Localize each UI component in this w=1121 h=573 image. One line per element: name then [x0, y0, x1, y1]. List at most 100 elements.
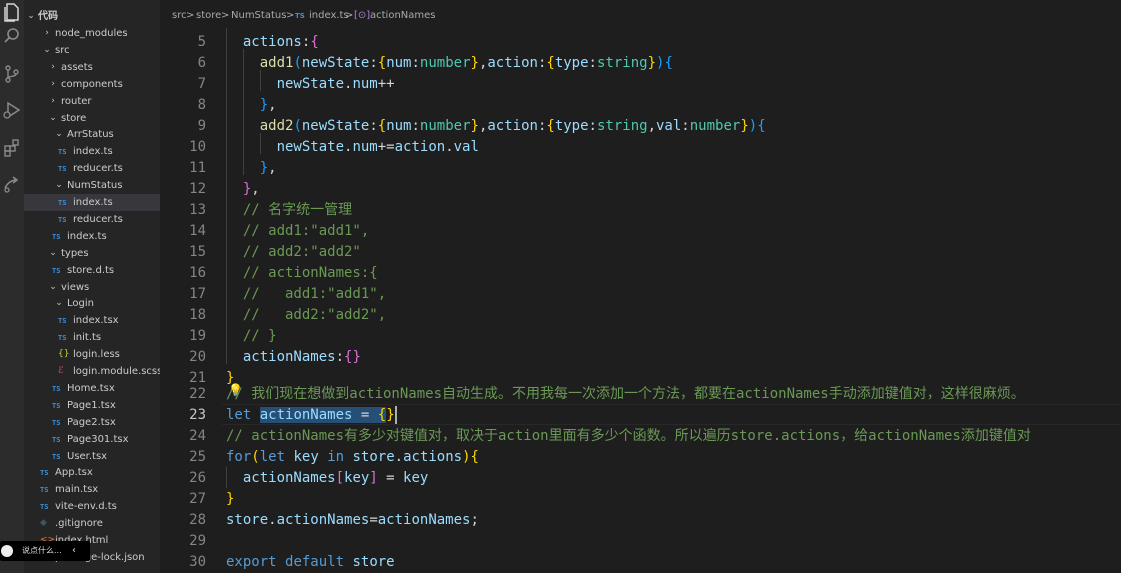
- comment-placeholder: 说点什么...: [22, 546, 62, 555]
- line-number: 28: [189, 512, 206, 528]
- line-number: 23: [189, 407, 206, 423]
- extensions-icon[interactable]: [2, 138, 22, 158]
- tree-item-label: views: [61, 281, 90, 293]
- ts-file-icon: TS: [58, 334, 67, 343]
- file-item[interactable]: TS reducer.ts: [24, 160, 160, 177]
- file-item[interactable]: TS init.ts: [24, 329, 160, 346]
- chevron-right-icon: ›: [51, 61, 55, 72]
- breadcrumb-item-store[interactable]: store: [196, 6, 221, 26]
- ts-file-icon: TS: [295, 12, 305, 20]
- tree-item-label: Page2.tsx: [67, 416, 116, 428]
- ts-file-icon: TS: [52, 384, 61, 393]
- file-item[interactable]: TS index.ts: [24, 143, 160, 160]
- file-item[interactable]: TS Page2.tsx: [24, 414, 160, 431]
- file-item[interactable]: TS index.ts: [24, 194, 160, 211]
- ts-file-icon: TS: [58, 215, 67, 224]
- explorer-root[interactable]: ⌄ 代码: [24, 8, 160, 25]
- folder-item[interactable]: ⌄ src: [24, 42, 160, 59]
- code-line-16: // actionNames:{: [242, 265, 378, 281]
- explorer-root-label: 代码: [38, 11, 58, 22]
- file-item[interactable]: TS Home.tsx: [24, 380, 160, 397]
- lightbulb-icon[interactable]: 💡: [228, 383, 243, 397]
- run-debug-icon[interactable]: [2, 100, 22, 120]
- folder-item[interactable]: › components: [24, 76, 160, 93]
- file-item[interactable]: TS reducer.ts: [24, 211, 160, 228]
- search-icon[interactable]: [2, 26, 22, 46]
- tree-item-label: login.module.scss: [73, 366, 160, 377]
- ts-file-icon: TS: [52, 452, 61, 461]
- file-item[interactable]: TS index.ts: [24, 228, 160, 245]
- code-line-9: add2(newState:{num:number},action:{type:…: [259, 118, 766, 134]
- tree-item-label: store.d.ts: [67, 264, 115, 276]
- code-line-6: add1(newState:{num:number},action:{type:…: [259, 55, 673, 71]
- ts-file-icon: TS: [40, 469, 49, 478]
- folder-item[interactable]: ⌄ views: [24, 279, 160, 296]
- folder-item[interactable]: ⌄ Login: [24, 295, 160, 312]
- source-control-icon[interactable]: [2, 64, 22, 84]
- file-item[interactable]: TS vite-env.d.ts: [24, 498, 160, 515]
- tree-item-label: index.tsx: [73, 315, 119, 327]
- file-item[interactable]: TS store.d.ts: [24, 262, 160, 279]
- folder-item[interactable]: › router: [24, 93, 160, 110]
- folder-item[interactable]: › assets: [24, 59, 160, 76]
- tree-item-label: Page301.tsx: [67, 433, 129, 445]
- tree-item-label: types: [61, 247, 89, 259]
- explorer-icon[interactable]: [2, 2, 22, 22]
- file-item[interactable]: ◆ .gitignore: [24, 515, 160, 532]
- folder-item[interactable]: ⌄ store: [24, 110, 160, 127]
- code-line-28: store.actionNames=actionNames;: [226, 512, 479, 528]
- file-item[interactable]: TS Page301.tsx: [24, 431, 160, 448]
- file-item[interactable]: TS App.tsx: [24, 464, 160, 481]
- activity-bar: [0, 0, 24, 573]
- line-number: 18: [189, 307, 206, 323]
- folder-item[interactable]: ⌄ types: [24, 245, 160, 262]
- folder-item[interactable]: ⌄ NumStatus: [24, 177, 160, 194]
- code-line-24: // actionNames有多少对键值对，取决于action里面有多少个函数。…: [226, 428, 1031, 444]
- line-number: 22: [189, 386, 206, 402]
- file-item[interactable]: ℰlogin.module.scss: [24, 363, 160, 380]
- code-line-7: newState.num++: [276, 76, 395, 92]
- breadcrumb-item-symbol[interactable]: actionNames: [370, 6, 436, 26]
- file-item[interactable]: {} login.less: [24, 346, 160, 363]
- code-line-26: actionNames[key] = key: [242, 470, 429, 486]
- chevron-right-icon: ›: [51, 78, 55, 89]
- less-file-icon: {}: [58, 349, 70, 360]
- code-line-5: actions:{: [242, 34, 319, 50]
- variable-symbol-icon: [⊙]: [354, 10, 371, 21]
- code-line-22: // 我们现在想做到actionNames自动生成。不用我每一次添加一个方法，都…: [226, 386, 1025, 402]
- file-item[interactable]: TS index.tsx: [24, 312, 160, 329]
- git-file-icon: ◆: [40, 518, 47, 529]
- code-line-19: // }: [242, 328, 277, 344]
- ts-file-icon: TS: [52, 401, 61, 410]
- line-number: 17: [189, 286, 206, 302]
- line-number: 5: [197, 34, 206, 50]
- chevron-down-icon: ⌄: [55, 180, 63, 191]
- breadcrumb-item-file[interactable]: index.ts: [309, 6, 349, 26]
- text-cursor: [394, 406, 397, 424]
- line-number: 8: [197, 97, 206, 113]
- breadcrumb-separator: >: [286, 10, 295, 21]
- code-line-12: },: [242, 181, 260, 197]
- ts-file-icon: TS: [58, 199, 67, 207]
- line-number: 30: [189, 554, 206, 570]
- comment-overlay[interactable]: 说点什么... ‹: [0, 541, 90, 561]
- breadcrumb-item-numstatus[interactable]: NumStatus: [231, 6, 286, 26]
- file-item[interactable]: TS User.tsx: [24, 448, 160, 465]
- collapse-icon[interactable]: ‹: [72, 541, 76, 561]
- tree-item-label: reducer.ts: [73, 163, 123, 175]
- line-number: 27: [189, 491, 206, 507]
- ts-file-icon: TS: [52, 232, 61, 241]
- folder-item[interactable]: ⌄ ArrStatus: [24, 126, 160, 143]
- code-editor[interactable]: 5 6 7 8 9 10 11 12 13 14 15 16 17 18 19 20 21 22 23 24 25 26 2…: [160, 28, 1121, 573]
- tree-item-label: assets: [61, 61, 93, 73]
- breadcrumb-item-src[interactable]: src: [172, 6, 187, 26]
- line-number: 19: [189, 328, 206, 344]
- folder-item[interactable]: › node_modules: [24, 25, 160, 42]
- tree-item-label: main.tsx: [55, 484, 99, 496]
- tree-item-label: NumStatus: [67, 180, 123, 192]
- chevron-down-icon: ⌄: [27, 11, 35, 21]
- remote-icon[interactable]: [2, 174, 22, 194]
- tree-item-label: src: [55, 44, 70, 56]
- file-item[interactable]: TS main.tsx: [24, 481, 160, 498]
- file-item[interactable]: TS Page1.tsx: [24, 397, 160, 414]
